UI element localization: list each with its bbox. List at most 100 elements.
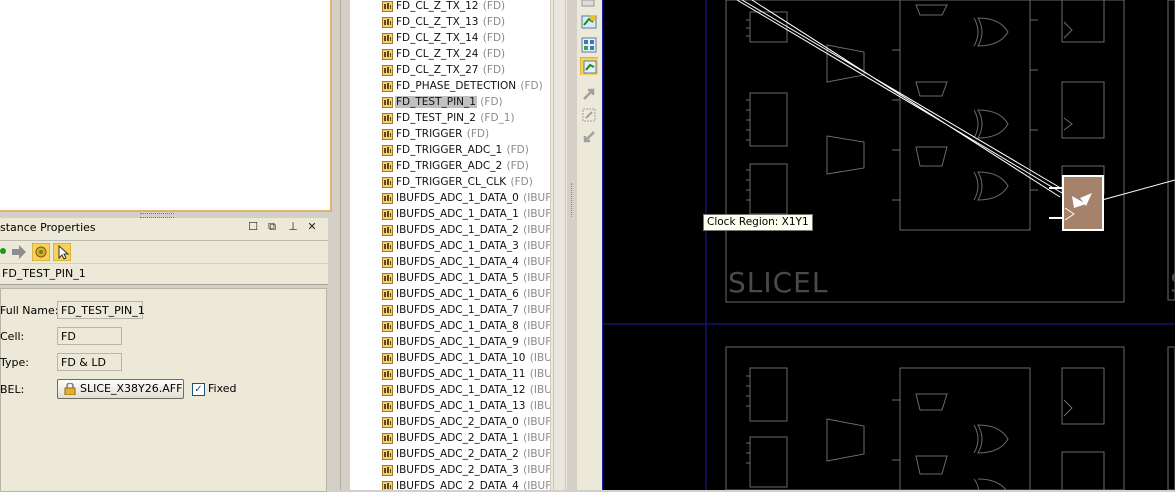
pin-icon[interactable]: ⊥ [287,221,299,233]
tree-item-type: (FD) [476,96,503,108]
cell-label: Cell: [0,330,25,343]
vertical-splitter-grip[interactable] [571,183,574,217]
zoom-in-disabled-icon[interactable] [580,85,598,103]
tree-item[interactable]: IBUFDS_ADC_1_DATA_8 (IBUFI [395,318,550,334]
tree-item-name: FD_CL_Z_TX_27 [396,64,479,76]
routing-highlight-icon[interactable] [580,13,598,31]
tree-item-type: (IBUFI [523,480,550,490]
tree-item[interactable]: IBUFDS_ADC_1_DATA_1 (IBUFI [395,206,550,222]
zoom-out-disabled-icon[interactable] [580,128,598,146]
tree-item[interactable]: IBUFDS_ADC_1_DATA_3 (IBUFI [395,238,550,254]
tree-item[interactable]: IBUFDS_ADC_1_DATA_7 (IBUFI [395,302,550,318]
tree-item-name: FD_CL_Z_TX_12 [396,0,479,12]
tree-item[interactable]: FD_TEST_PIN_2 (FD_1) [395,110,515,126]
tree-item[interactable]: IBUFDS_ADC_1_DATA_13 (IBUF [395,398,550,414]
tree-item-name: IBUFDS_ADC_1_DATA_3 [396,240,519,252]
mux-shape [826,135,865,175]
tree-item-name: IBUFDS_ADC_2_DATA_4 [396,480,519,490]
fixed-label: Fixed [208,382,237,395]
type-field[interactable]: FD & LD [57,353,122,371]
device-canvas[interactable] [602,0,1175,490]
cell-icon [382,241,393,252]
tree-item[interactable]: FD_CL_Z_TX_13 (FD) [395,14,505,30]
tree-item[interactable]: FD_PHASE_DETECTION (FD) [395,78,543,94]
cell-icon [382,385,393,396]
tree-item-type: (IBUFI [523,448,550,460]
tree-item[interactable]: IBUFDS_ADC_1_DATA_0 (IBUFI [395,190,550,206]
tree-item[interactable]: FD_TRIGGER_ADC_2 (FD) [395,158,529,174]
tree-item[interactable]: IBUFDS_ADC_1_DATA_9 (IBUFI [395,334,550,350]
tree-item-type: (IBUF [529,368,550,380]
carry-mux [915,4,948,16]
full-name-field[interactable]: FD_TEST_PIN_1 [57,301,145,319]
tree-item-type: (IBUFI [523,272,550,284]
tree-item-name: FD_PHASE_DETECTION [396,80,517,92]
cell-icon [382,161,393,172]
tree-item-type: (IBUFI [523,320,550,332]
next-slice-outline [1167,346,1175,490]
tree-item[interactable]: FD_TRIGGER (FD) [395,126,489,142]
tree-item-type: (IBUFI [523,208,550,220]
bel-value: SLICE_X38Y26.AFF [80,382,183,395]
carry-mux [915,455,948,475]
tree-item-type: (IBUF [529,352,550,364]
back-arrow-icon[interactable] [0,248,6,254]
slice-label: SLICEL [728,266,829,299]
select-pointer-icon[interactable] [53,243,71,261]
tree-item[interactable]: IBUFDS_ADC_1_DATA_12 (IBUF [395,382,550,398]
tree-item-type: (IBUFI [523,432,550,444]
tree-item[interactable]: IBUFDS_ADC_1_DATA_6 (IBUFI [395,286,550,302]
bel-button[interactable]: SLICE_X38Y26.AFF [57,379,184,399]
show-nets-icon[interactable] [580,57,598,75]
tree-item-name: IBUFDS_ADC_1_DATA_12 [396,384,526,396]
cell-icon [382,401,393,412]
tree-item[interactable]: IBUFDS_ADC_2_DATA_4 (IBUFI [395,478,550,490]
fit-selection-disabled-icon[interactable] [580,106,598,124]
vertical-splitter[interactable] [567,0,577,490]
tree-item[interactable]: FD_CL_Z_TX_14 (FD) [395,30,505,46]
tree-item-name: IBUFDS_ADC_1_DATA_1 [396,208,519,220]
next-slice-label: S [1170,266,1175,299]
fixed-checkbox[interactable]: ✓ [192,383,205,396]
cell-icon [382,1,393,12]
tree-item[interactable]: IBUFDS_ADC_2_DATA_2 (IBUFI [395,446,550,462]
xor-gate [973,109,1009,139]
tree-item[interactable]: FD_TRIGGER_ADC_1 (FD) [395,142,529,158]
settings-gear-icon[interactable] [32,243,50,261]
show-cells-icon[interactable] [580,36,598,54]
carry-mux [915,81,948,97]
tree-item[interactable]: FD_TEST_PIN_1 (FD) [395,94,503,110]
tree-item[interactable]: IBUFDS_ADC_1_DATA_4 (IBUFI [395,254,550,270]
cell-field[interactable]: FD [57,327,122,345]
tree-item[interactable]: IBUFDS_ADC_1_DATA_2 (IBUFI [395,222,550,238]
tree-item[interactable]: IBUFDS_ADC_2_DATA_3 (IBUFI [395,462,550,478]
tree-item[interactable]: IBUFDS_ADC_2_DATA_1 (IBUFI [395,430,550,446]
tree-item[interactable]: IBUFDS_ADC_1_DATA_11 (IBUF [395,366,550,382]
cell-icon [382,465,393,476]
cell-icon [382,481,393,490]
tree-item[interactable]: FD_CL_Z_TX_12 (FD) [395,0,505,14]
device-view[interactable]: SLICEL S [602,0,1175,490]
float-window-icon[interactable]: ⧉ [266,221,278,233]
tree-item-name: FD_CL_Z_TX_24 [396,48,479,60]
tree-item[interactable]: FD_CL_Z_TX_24 (FD) [395,46,505,62]
tree-item-name: IBUFDS_ADC_1_DATA_8 [396,320,519,332]
close-icon[interactable]: ✕ [306,221,318,233]
tree-item[interactable]: FD_CL_Z_TX_27 (FD) [395,62,505,78]
tree-item[interactable]: IBUFDS_ADC_2_DATA_0 (IBUFI [395,414,550,430]
tree-item-name: FD_CL_Z_TX_13 [396,16,479,28]
tree-item-type: (IBUFI [523,224,550,236]
restore-icon[interactable]: ☐ [247,221,259,233]
forward-arrow-icon[interactable] [10,244,28,260]
instance-name: FD_TEST_PIN_1 [2,267,86,280]
tree-scrollbar-thumb[interactable] [553,0,566,490]
tree-item[interactable]: FD_TRIGGER_CL_CLK (FD) [395,174,533,190]
slice-outline [725,0,1125,303]
tree-item[interactable]: IBUFDS_ADC_1_DATA_5 (IBUFI [395,270,550,286]
tree-item-type: (IBUF [529,384,550,396]
lut-box [749,163,788,215]
xor-gate [973,478,1007,490]
tree-item[interactable]: IBUFDS_ADC_1_DATA_10 (IBUF [395,350,550,366]
tree-item-name: FD_TRIGGER_ADC_2 [396,160,503,172]
tree-item-type: (IBUFI [523,256,550,268]
